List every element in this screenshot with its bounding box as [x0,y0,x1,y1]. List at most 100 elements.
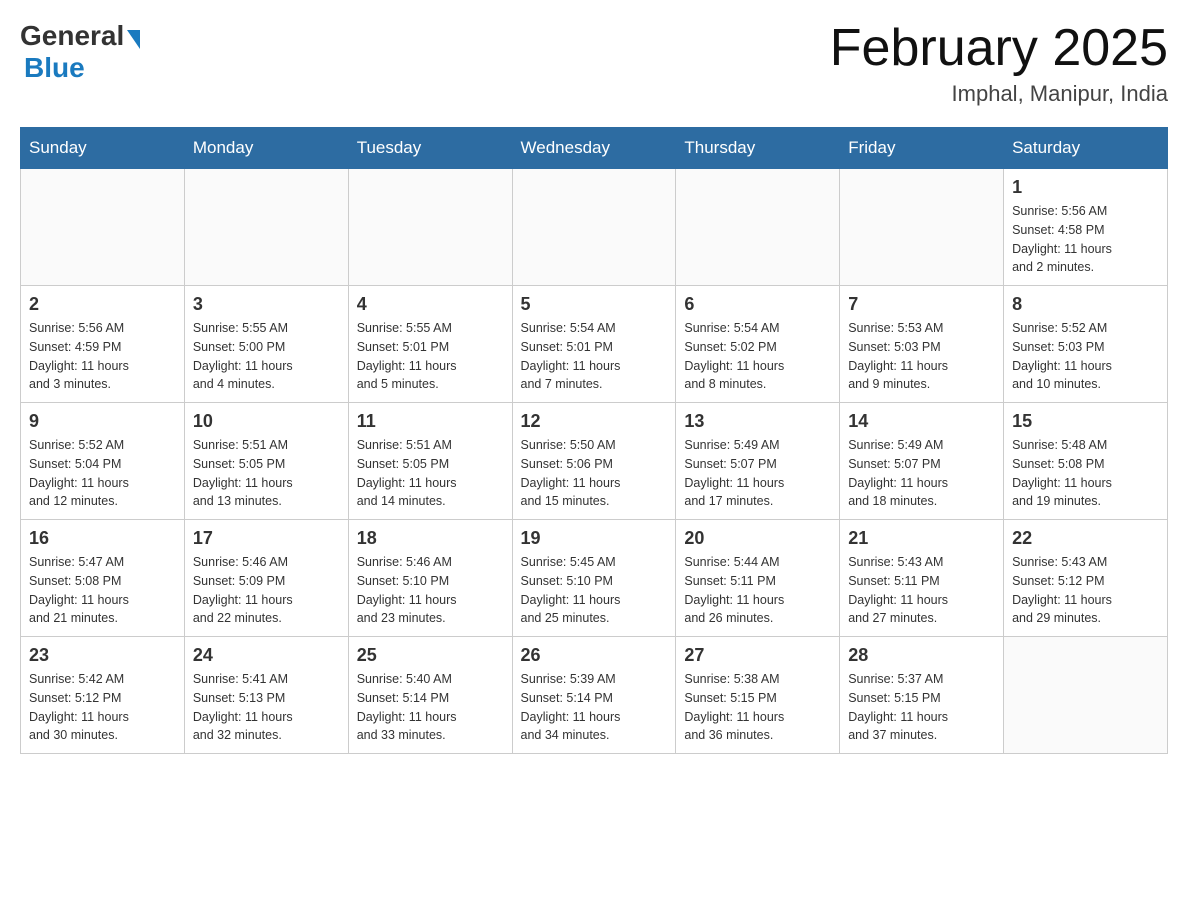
weekday-header-monday: Monday [184,128,348,169]
week-row-5: 23 Sunrise: 5:42 AM Sunset: 5:12 PM Dayli… [21,637,1168,754]
day-number: 20 [684,528,831,549]
weekday-header-sunday: Sunday [21,128,185,169]
day-info: Sunrise: 5:54 AM Sunset: 5:02 PM Dayligh… [684,319,831,394]
day-number: 8 [1012,294,1159,315]
logo-general-text: General [20,20,124,52]
day-number: 19 [521,528,668,549]
calendar-cell: 21 Sunrise: 5:43 AM Sunset: 5:11 PM Dayli… [840,520,1004,637]
calendar-cell: 9Sunrise: 5:52 AM Sunset: 5:04 PM Daylig… [21,403,185,520]
day-number: 11 [357,411,504,432]
day-number: 7 [848,294,995,315]
weekday-header-friday: Friday [840,128,1004,169]
day-info: Sunrise: 5:40 AM Sunset: 5:14 PM Dayligh… [357,670,504,745]
calendar-cell: 2 Sunrise: 5:56 AM Sunset: 4:59 PM Daylig… [21,286,185,403]
day-info: Sunrise: 5:41 AM Sunset: 5:13 PM Dayligh… [193,670,340,745]
day-number: 18 [357,528,504,549]
day-number: 25 [357,645,504,666]
calendar-cell: 7 Sunrise: 5:53 AM Sunset: 5:03 PM Daylig… [840,286,1004,403]
day-info: Sunrise: 5:51 AM Sunset: 5:05 PM Dayligh… [193,436,340,511]
calendar-cell: 8 Sunrise: 5:52 AM Sunset: 5:03 PM Daylig… [1004,286,1168,403]
day-number: 16 [29,528,176,549]
calendar-cell: 17 Sunrise: 5:46 AM Sunset: 5:09 PM Dayli… [184,520,348,637]
calendar-cell: 5 Sunrise: 5:54 AM Sunset: 5:01 PM Daylig… [512,286,676,403]
calendar-cell: 28 Sunrise: 5:37 AM Sunset: 5:15 PM Dayli… [840,637,1004,754]
calendar-cell: 23 Sunrise: 5:42 AM Sunset: 5:12 PM Dayli… [21,637,185,754]
calendar-cell [512,169,676,286]
day-number: 23 [29,645,176,666]
day-number: 1 [1012,177,1159,198]
day-number: 24 [193,645,340,666]
day-info: Sunrise: 5:55 AM Sunset: 5:00 PM Dayligh… [193,319,340,394]
calendar-cell: 1 Sunrise: 5:56 AM Sunset: 4:58 PM Daylig… [1004,169,1168,286]
week-row-3: 9Sunrise: 5:52 AM Sunset: 5:04 PM Daylig… [21,403,1168,520]
day-number: 17 [193,528,340,549]
page-header: General Blue February 2025 Imphal, Manip… [20,20,1168,107]
weekday-header-row: SundayMondayTuesdayWednesdayThursdayFrid… [21,128,1168,169]
calendar-cell: 24 Sunrise: 5:41 AM Sunset: 5:13 PM Dayli… [184,637,348,754]
day-number: 26 [521,645,668,666]
day-number: 12 [521,411,668,432]
calendar-cell: 6 Sunrise: 5:54 AM Sunset: 5:02 PM Daylig… [676,286,840,403]
day-info: Sunrise: 5:54 AM Sunset: 5:01 PM Dayligh… [521,319,668,394]
day-number: 22 [1012,528,1159,549]
calendar-table: SundayMondayTuesdayWednesdayThursdayFrid… [20,127,1168,754]
day-info: Sunrise: 5:52 AM Sunset: 5:04 PM Dayligh… [29,436,176,511]
calendar-cell [676,169,840,286]
day-number: 10 [193,411,340,432]
day-number: 27 [684,645,831,666]
calendar-cell [348,169,512,286]
logo-triangle-icon [127,30,140,49]
day-info: Sunrise: 5:52 AM Sunset: 5:03 PM Dayligh… [1012,319,1159,394]
calendar-cell: 16 Sunrise: 5:47 AM Sunset: 5:08 PM Dayli… [21,520,185,637]
day-number: 4 [357,294,504,315]
day-info: Sunrise: 5:39 AM Sunset: 5:14 PM Dayligh… [521,670,668,745]
day-info: Sunrise: 5:56 AM Sunset: 4:58 PM Dayligh… [1012,202,1159,277]
calendar-cell: 20 Sunrise: 5:44 AM Sunset: 5:11 PM Dayli… [676,520,840,637]
day-info: Sunrise: 5:45 AM Sunset: 5:10 PM Dayligh… [521,553,668,628]
day-info: Sunrise: 5:37 AM Sunset: 5:15 PM Dayligh… [848,670,995,745]
day-info: Sunrise: 5:50 AM Sunset: 5:06 PM Dayligh… [521,436,668,511]
day-info: Sunrise: 5:55 AM Sunset: 5:01 PM Dayligh… [357,319,504,394]
day-info: Sunrise: 5:38 AM Sunset: 5:15 PM Dayligh… [684,670,831,745]
calendar-cell: 27 Sunrise: 5:38 AM Sunset: 5:15 PM Dayli… [676,637,840,754]
calendar-cell: 25 Sunrise: 5:40 AM Sunset: 5:14 PM Dayli… [348,637,512,754]
day-info: Sunrise: 5:42 AM Sunset: 5:12 PM Dayligh… [29,670,176,745]
calendar-subtitle: Imphal, Manipur, India [830,81,1168,107]
day-info: Sunrise: 5:48 AM Sunset: 5:08 PM Dayligh… [1012,436,1159,511]
calendar-cell: 22 Sunrise: 5:43 AM Sunset: 5:12 PM Dayli… [1004,520,1168,637]
day-info: Sunrise: 5:43 AM Sunset: 5:12 PM Dayligh… [1012,553,1159,628]
day-number: 21 [848,528,995,549]
calendar-cell [21,169,185,286]
calendar-cell: 18Sunrise: 5:46 AM Sunset: 5:10 PM Dayli… [348,520,512,637]
week-row-4: 16 Sunrise: 5:47 AM Sunset: 5:08 PM Dayli… [21,520,1168,637]
calendar-cell: 3Sunrise: 5:55 AM Sunset: 5:00 PM Daylig… [184,286,348,403]
calendar-title-block: February 2025 Imphal, Manipur, India [830,20,1168,107]
day-info: Sunrise: 5:47 AM Sunset: 5:08 PM Dayligh… [29,553,176,628]
day-info: Sunrise: 5:43 AM Sunset: 5:11 PM Dayligh… [848,553,995,628]
weekday-header-thursday: Thursday [676,128,840,169]
calendar-cell [184,169,348,286]
calendar-cell [840,169,1004,286]
calendar-cell: 4 Sunrise: 5:55 AM Sunset: 5:01 PM Daylig… [348,286,512,403]
day-info: Sunrise: 5:56 AM Sunset: 4:59 PM Dayligh… [29,319,176,394]
day-info: Sunrise: 5:53 AM Sunset: 5:03 PM Dayligh… [848,319,995,394]
calendar-cell: 13Sunrise: 5:49 AM Sunset: 5:07 PM Dayli… [676,403,840,520]
logo: General Blue [20,20,140,84]
calendar-cell [1004,637,1168,754]
day-info: Sunrise: 5:49 AM Sunset: 5:07 PM Dayligh… [848,436,995,511]
logo-blue-text: Blue [24,52,85,83]
day-info: Sunrise: 5:44 AM Sunset: 5:11 PM Dayligh… [684,553,831,628]
calendar-cell: 26 Sunrise: 5:39 AM Sunset: 5:14 PM Dayli… [512,637,676,754]
day-info: Sunrise: 5:46 AM Sunset: 5:09 PM Dayligh… [193,553,340,628]
day-number: 5 [521,294,668,315]
calendar-cell: 19 Sunrise: 5:45 AM Sunset: 5:10 PM Dayli… [512,520,676,637]
calendar-cell: 12 Sunrise: 5:50 AM Sunset: 5:06 PM Dayli… [512,403,676,520]
calendar-title: February 2025 [830,20,1168,77]
day-info: Sunrise: 5:49 AM Sunset: 5:07 PM Dayligh… [684,436,831,511]
day-number: 28 [848,645,995,666]
calendar-cell: 11Sunrise: 5:51 AM Sunset: 5:05 PM Dayli… [348,403,512,520]
day-number: 14 [848,411,995,432]
day-number: 6 [684,294,831,315]
weekday-header-wednesday: Wednesday [512,128,676,169]
day-number: 2 [29,294,176,315]
